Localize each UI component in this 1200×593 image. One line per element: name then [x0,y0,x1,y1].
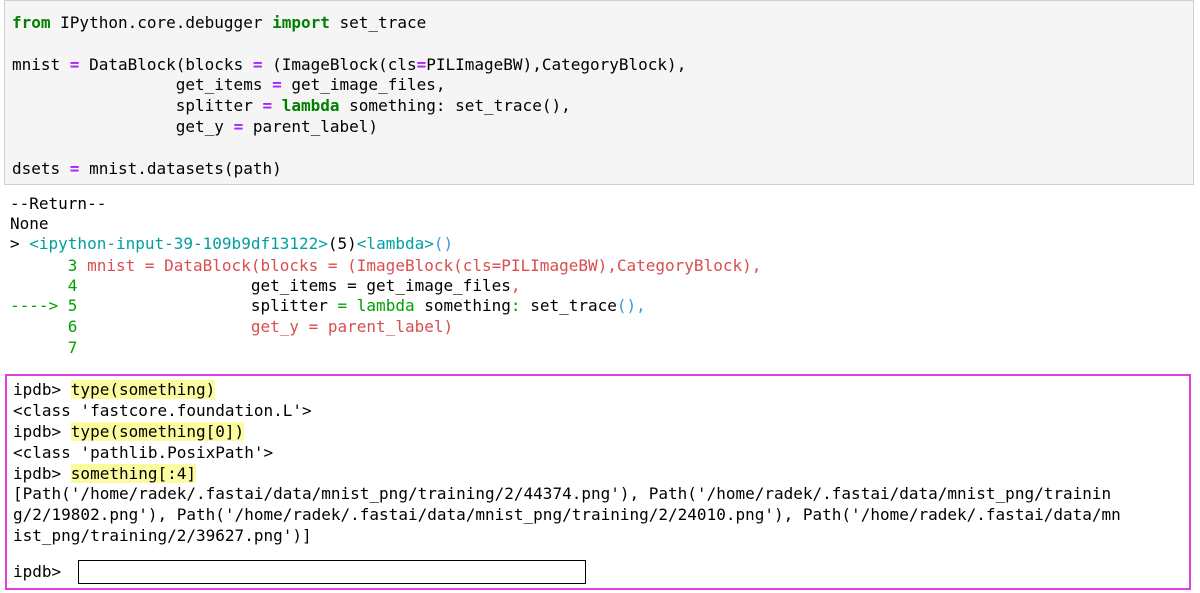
ipdb-input-prompt: ipdb> [13,562,71,581]
trace-line-4: 4 get_items = get_image_files, [10,276,521,295]
code-line-3: mnist = DataBlock(blocks = (ImageBlock(c… [12,55,687,74]
ipdb-output-3-line-1: [Path('/home/radek/.fastai/data/mnist_pn… [13,484,1112,503]
ipdb-command-1: ipdb> type(something) [13,380,216,399]
ipdb-command-3: ipdb> something[:4] [13,464,197,483]
ipdb-command-2: ipdb> type(something[0]) [13,422,245,441]
code-cell[interactable]: from IPython.core.debugger import set_tr… [4,0,1194,185]
code-line-4: get_items = get_image_files, [12,75,446,94]
code-line-1: from IPython.core.debugger import set_tr… [12,13,427,32]
code-line-6: get_y = parent_label) [12,117,379,136]
trace-line-5-current: ----> 5 splitter = lambda something: set… [10,296,646,315]
trace-line-6: 6 get_y = parent_label) [10,317,454,336]
trace-line-7: 7 [10,338,78,357]
code-line-5: splitter = lambda something: set_trace()… [12,96,571,115]
return-value: None [10,214,49,233]
ipdb-session: ipdb> type(something) <class 'fastcore.f… [5,374,1191,590]
trace-line-3: 3 mnist = DataBlock(blocks = (ImageBlock… [10,256,762,275]
ipdb-output-3-line-2: g/2/19802.png'), Path('/home/radek/.fast… [13,505,1121,524]
ipdb-output-2: <class 'pathlib.PosixPath'> [13,443,274,462]
ipdb-output-3-line-3: ist_png/training/2/39627.png')] [13,526,312,545]
code-line-8: dsets = mnist.datasets(path) [12,159,282,178]
location-line: > <ipython-input-39-109b9df13122>(5)<lam… [10,234,454,253]
return-label: --Return-- [10,194,107,213]
ipdb-command-input[interactable] [78,560,586,584]
ipdb-output-1: <class 'fastcore.foundation.L'> [13,401,312,420]
